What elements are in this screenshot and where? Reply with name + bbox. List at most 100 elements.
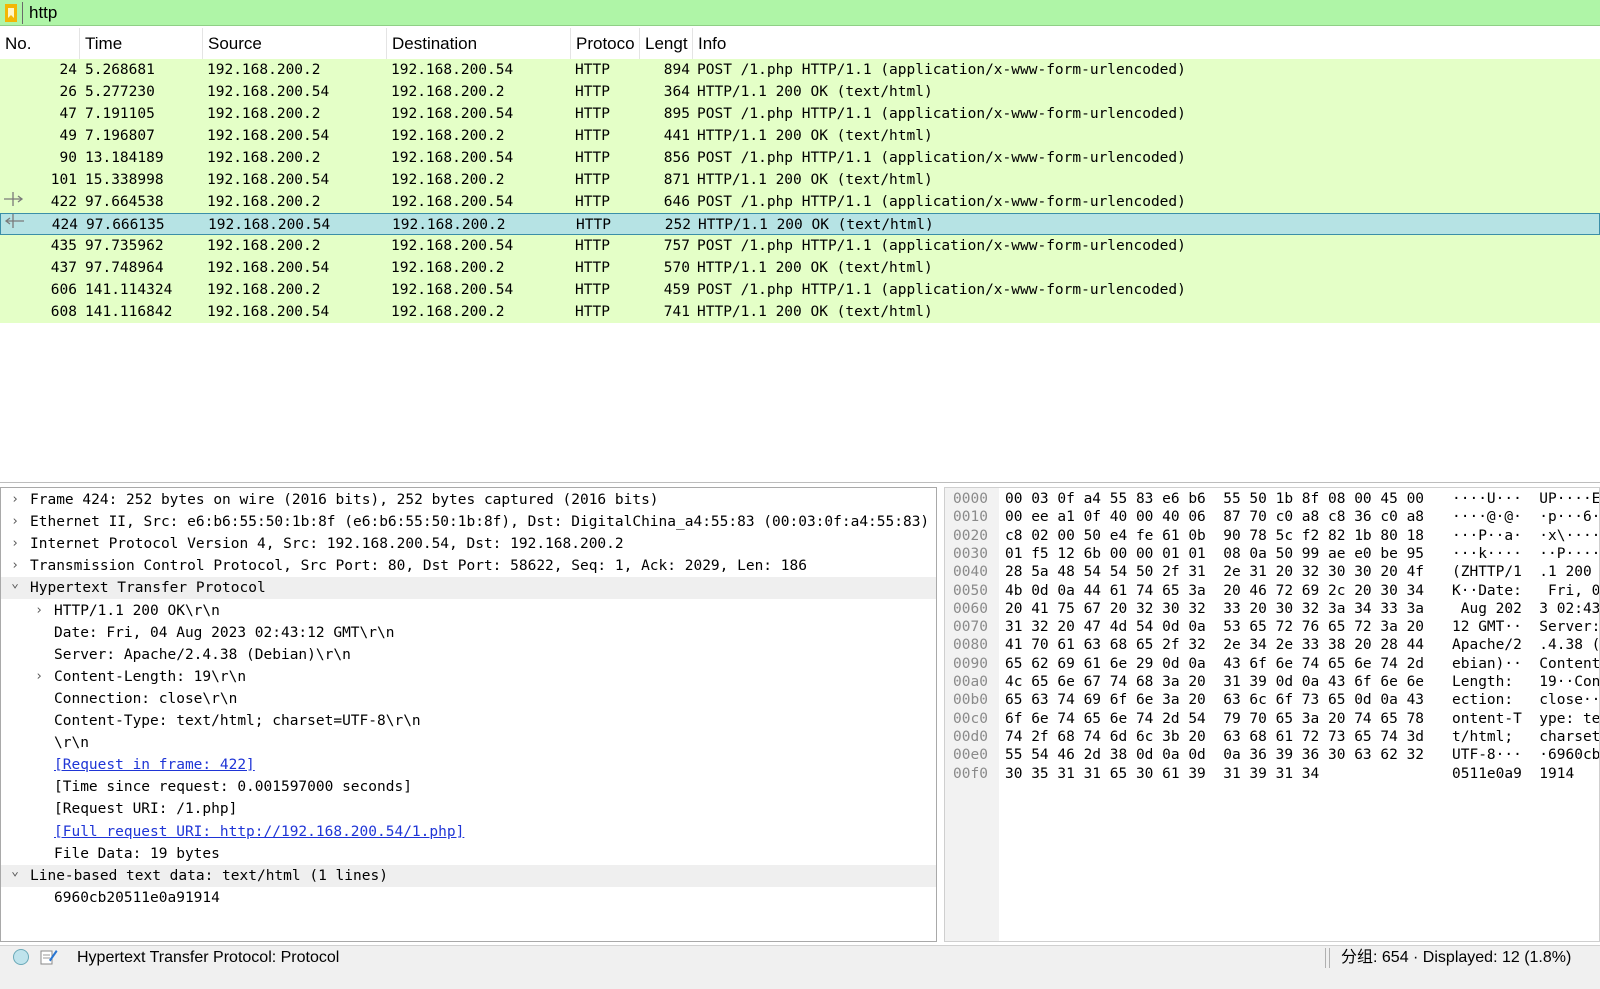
packet-no: 437	[50, 260, 77, 276]
packet-no: 49	[59, 128, 77, 144]
expand-arrow-right-icon[interactable]: ›	[32, 666, 46, 688]
bookmark-icon[interactable]	[5, 4, 17, 22]
column-header-no[interactable]: No.	[0, 28, 80, 59]
expand-arrow-right-icon[interactable]: ›	[8, 511, 22, 533]
status-divider	[1325, 948, 1326, 968]
detail-tree-item[interactable]: ⌄ Hypertext Transfer Protocol	[1, 576, 936, 600]
column-header-length[interactable]: Lengt	[640, 28, 693, 59]
detail-tree-item[interactable]: › Transmission Control Protocol, Src Port…	[1, 555, 936, 577]
packet-list: No. Time Source Destination Protoco Leng…	[0, 28, 1600, 483]
detail-field[interactable]: File Data: 19 bytes	[1, 843, 936, 865]
ascii-bytes: Length: 19··Conn	[1452, 674, 1600, 690]
packet-protocol: HTTP	[575, 128, 610, 144]
packet-source: 192.168.200.2	[207, 62, 321, 78]
packet-destination: 192.168.200.54	[391, 194, 514, 210]
column-header-time[interactable]: Time	[80, 28, 203, 59]
packet-row[interactable]: 47 7.191105 192.168.200.2 192.168.200.54 HTT…	[0, 103, 1600, 125]
display-filter-input[interactable]	[22, 2, 1592, 24]
ascii-bytes: 12 GMT·· Server:	[1452, 619, 1600, 636]
packet-length: 459	[663, 282, 690, 298]
packet-row[interactable]: 435 97.735962 192.168.200.2 192.168.200.54 H…	[0, 235, 1600, 257]
expand-arrow-right-icon[interactable]: ›	[8, 533, 22, 555]
packet-no: 90	[59, 150, 77, 166]
ascii-bytes: 0511e0a9 1914	[1452, 765, 1575, 782]
packet-row-selected[interactable]: 424 97.666135 192.168.200.54 192.168.200.2 H…	[0, 213, 1600, 235]
packet-time: 141.116842	[85, 304, 173, 320]
detail-text: HTTP/1.1 200 OK\r\n	[54, 602, 220, 619]
packet-row[interactable]: 90 13.184189 192.168.200.2 192.168.200.54 HT…	[0, 147, 1600, 169]
column-header-source[interactable]: Source	[203, 28, 387, 59]
packet-length: 252	[664, 217, 691, 233]
request-arrow-icon	[4, 192, 24, 206]
ascii-bytes: ontent-T ype: tex	[1452, 710, 1600, 727]
packet-length: 441	[663, 128, 690, 144]
packet-row[interactable]: 606 141.114324 192.168.200.2 192.168.200.54…	[0, 279, 1600, 301]
status-bar: Hypertext Transfer Protocol: Protocol 分组…	[0, 945, 1600, 989]
packet-row[interactable]: 26 5.277230 192.168.200.54 192.168.200.2 HTT…	[0, 81, 1600, 103]
detail-text: \r\n	[54, 735, 89, 752]
ascii-bytes: ····U··· UP····E·	[1452, 491, 1600, 507]
expand-arrow-down-icon[interactable]: ⌄	[8, 573, 22, 595]
detail-link[interactable]: [Request in frame: 422]	[54, 754, 255, 776]
expand-arrow-right-icon[interactable]: ›	[8, 489, 22, 511]
detail-field[interactable]: Server: Apache/2.4.38 (Debian)\r\n	[1, 644, 936, 666]
packet-protocol: HTTP	[575, 260, 610, 276]
packet-time: 97.666135	[86, 217, 165, 233]
packet-length: 570	[663, 260, 690, 276]
hex-offset: 0050	[953, 582, 988, 599]
packet-destination: 192.168.200.54	[391, 238, 514, 254]
ascii-bytes: (ZHTTP/1 .1 200 O	[1452, 564, 1600, 581]
packet-no: 24	[59, 62, 77, 78]
edit-comment-icon[interactable]	[40, 948, 58, 966]
detail-text: [Request URI: /1.php]	[54, 801, 238, 818]
ascii-bytes: Aug 202 3 02:43:	[1452, 600, 1600, 617]
detail-field[interactable]: [Request URI: /1.php]	[1, 798, 936, 820]
hex-offset: 0020	[953, 527, 988, 544]
packet-destination: 192.168.200.54	[391, 150, 514, 166]
detail-field[interactable]: 6960cb20511e0a91914	[1, 887, 936, 909]
detail-field[interactable]: [Time since request: 0.001597000 seconds…	[1, 776, 936, 798]
detail-field[interactable]: [Full request URI: http://192.168.200.54…	[1, 821, 936, 843]
packet-row[interactable]: 437 97.748964 192.168.200.54 192.168.200.2 H…	[0, 257, 1600, 279]
packet-time: 97.748964	[85, 260, 164, 276]
ascii-bytes: K··Date: Fri, 04	[1452, 582, 1600, 599]
packet-no: 435	[50, 238, 77, 254]
expand-arrow-down-icon[interactable]: ⌄	[8, 861, 22, 883]
detail-text: Server: Apache/2.4.38 (Debian)\r\n	[54, 646, 351, 663]
column-header-info[interactable]: Info	[693, 28, 1600, 59]
packet-source: 192.168.200.2	[207, 238, 321, 254]
packet-protocol: HTTP	[575, 282, 610, 298]
detail-text: Connection: close\r\n	[54, 690, 238, 707]
hex-offset: 00c0	[953, 710, 988, 727]
packet-info: HTTP/1.1 200 OK (text/html)	[697, 260, 933, 276]
ascii-bytes: ···k···· ··P·····	[1452, 545, 1600, 562]
packet-row[interactable]: 422 97.664538 192.168.200.2 192.168.200.54 H…	[0, 191, 1600, 213]
hex-bytes: 20 41 75 67 20 32 30 32 33 20 30 32 3a 3…	[1005, 600, 1425, 617]
expand-arrow-right-icon[interactable]: ›	[32, 600, 46, 622]
packet-row[interactable]: 608 141.116842 192.168.200.54 192.168.200.2…	[0, 301, 1600, 323]
packet-row[interactable]: 49 7.196807 192.168.200.54 192.168.200.2 HTT…	[0, 125, 1600, 147]
packet-protocol: HTTP	[575, 62, 610, 78]
detail-tree-item[interactable]: › Internet Protocol Version 4, Src: 192.1…	[1, 533, 936, 555]
hex-offset: 0030	[953, 545, 988, 562]
detail-link[interactable]: [Full request URI: http://192.168.200.54…	[54, 821, 464, 843]
detail-field[interactable]: Content-Type: text/html; charset=UTF-8\r…	[1, 710, 936, 732]
detail-tree-item[interactable]: › Frame 424: 252 bytes on wire (2016 bits…	[1, 489, 936, 511]
detail-field[interactable]: Date: Fri, 04 Aug 2023 02:43:12 GMT\r\n	[1, 622, 936, 644]
detail-field[interactable]: [Request in frame: 422]	[1, 754, 936, 776]
hex-offset: 0000	[953, 491, 988, 507]
column-header-protocol[interactable]: Protoco	[571, 28, 640, 59]
expert-info-icon[interactable]	[13, 949, 29, 965]
detail-field[interactable]: › HTTP/1.1 200 OK\r\n	[1, 600, 936, 622]
packet-protocol: HTTP	[575, 84, 610, 100]
detail-text: [Time since request: 0.001597000 seconds…	[54, 779, 412, 796]
detail-tree-item[interactable]: › Ethernet II, Src: e6:b6:55:50:1b:8f (e6…	[1, 511, 936, 533]
packet-row[interactable]: 101 15.338998 192.168.200.54 192.168.200.2 H…	[0, 169, 1600, 191]
detail-field[interactable]: › Content-Length: 19\r\n	[1, 666, 936, 688]
detail-field[interactable]: \r\n	[1, 732, 936, 754]
detail-field[interactable]: Connection: close\r\n	[1, 688, 936, 710]
packet-protocol: HTTP	[575, 194, 610, 210]
column-header-destination[interactable]: Destination	[387, 28, 571, 59]
detail-tree-item[interactable]: ⌄ Line-based text data: text/html (1 line…	[1, 864, 936, 887]
packet-row[interactable]: 24 5.268681 192.168.200.2 192.168.200.54 HTT…	[0, 59, 1600, 81]
